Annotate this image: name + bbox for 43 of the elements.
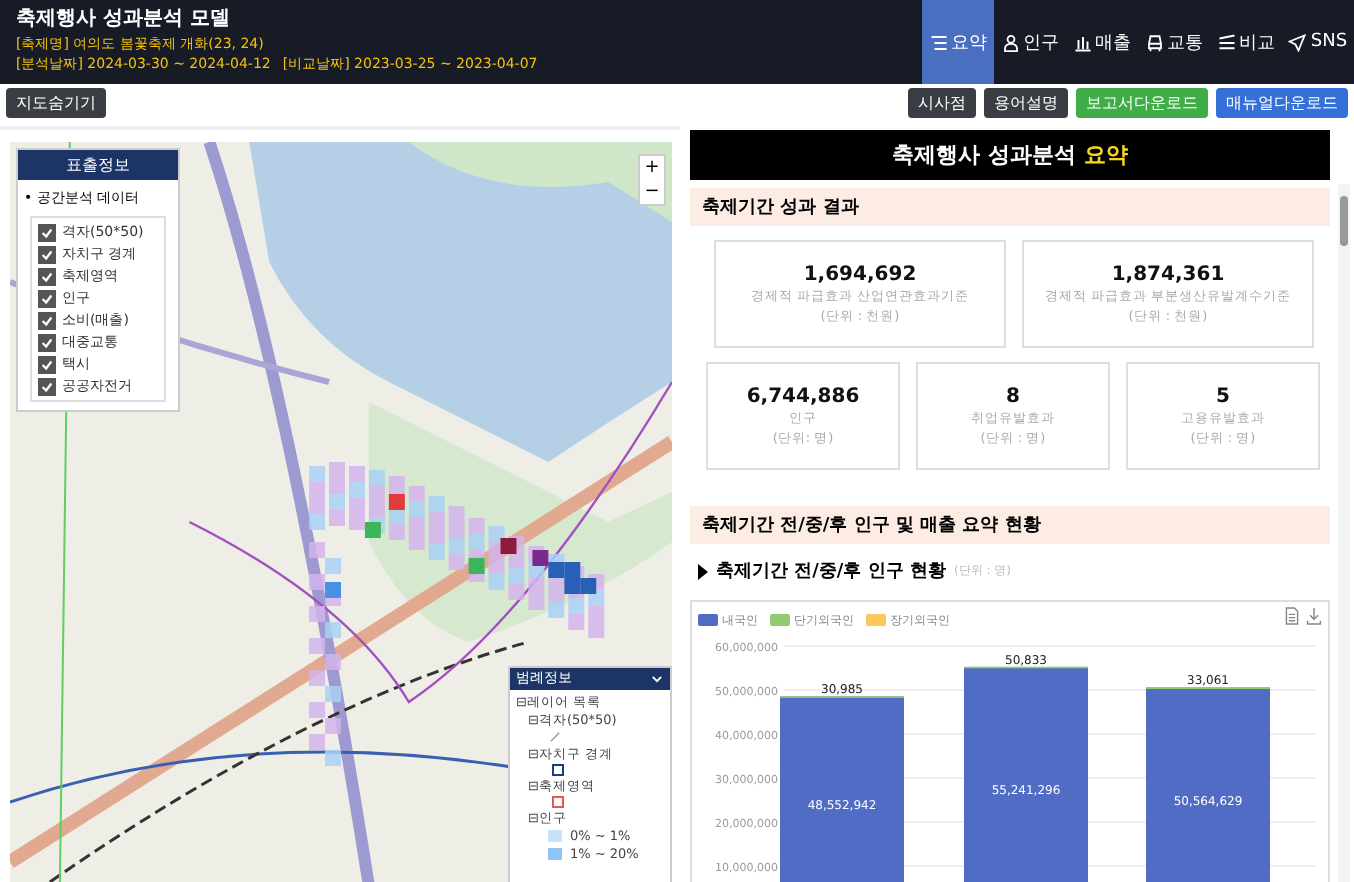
line-symbol-icon [548,730,562,744]
nav-tab[interactable]: 교통 [1138,0,1210,84]
nav-tab[interactable]: 비교 [1210,0,1282,84]
person-icon [1001,33,1019,51]
nav-tab[interactable]: 매출 [1066,0,1138,84]
nav-tab[interactable]: 인구 [994,0,1066,84]
compare-icon [1217,33,1235,51]
send-icon [1288,33,1307,51]
checkbox[interactable] [38,377,56,395]
checkbox[interactable] [38,223,56,241]
subsection-title: 축제기간 전/중/후 인구 현황 [716,559,946,584]
toolbar-button[interactable]: 용어설명 [984,88,1068,118]
checkbox[interactable] [38,311,56,329]
stat-value: 1,694,692 [803,263,917,285]
document-icon[interactable] [1284,606,1300,626]
stat-value: 5 [1216,385,1230,407]
zoom-in-button[interactable]: + [640,156,664,180]
nav-tab[interactable]: 요약 [922,0,994,84]
scrollbar[interactable] [1338,184,1350,882]
section-header: 축제기간 전/중/후 인구 및 매출 요약 현황 [690,506,1330,544]
toolbar-button[interactable]: 매뉴얼다운로드 [1216,88,1348,118]
checkbox[interactable] [38,333,56,351]
checkbox[interactable] [38,245,56,263]
nav-tab[interactable]: SNS [1282,0,1354,84]
checkbox[interactable] [38,267,56,285]
summary-title: 축제행사 성과분석 [892,140,1076,170]
list-icon [929,33,947,51]
stat-value: 8 [1006,385,1020,407]
hide-map-button[interactable]: 지도숨기기 [6,88,106,118]
app-title: 축제행사 성과분석 모델 [16,6,232,32]
section-header: 축제기간 성과 결과 [690,188,1330,226]
checkbox[interactable] [38,355,56,373]
zoom-out-button[interactable]: − [640,180,664,204]
stat-value: 1,874,361 [1111,263,1225,285]
toolbar-button[interactable]: 시사점 [908,88,976,118]
download-icon[interactable] [1306,606,1322,626]
panel-title: 표출정보 [18,150,178,180]
vehicle-icon [1145,33,1163,51]
summary-title-highlight: 요약 [1083,140,1128,170]
checkbox[interactable] [38,289,56,307]
triangle-icon [698,563,708,579]
stat-value: 6,744,886 [746,385,860,407]
bar-chart-icon [1073,33,1091,51]
